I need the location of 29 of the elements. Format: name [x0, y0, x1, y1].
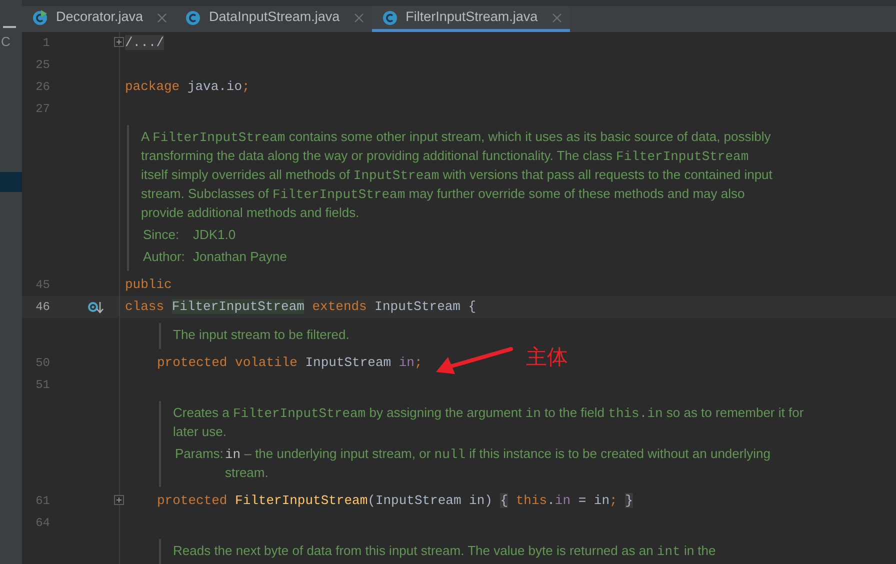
doc-text: Reads the next byte of data from this input stream. The value byte is returned as an int in the: [173, 542, 717, 561]
code-line: protected volatile InputStream in;: [157, 354, 422, 372]
doc-tag-label: Since:: [142, 226, 180, 244]
line-number: 1: [42, 35, 50, 52]
doc-tag-value: JDK1.0: [193, 226, 237, 244]
line-number: 27: [34, 101, 50, 118]
file-tab[interactable]: DataInputStream.java: [175, 6, 372, 32]
code-line: public: [125, 276, 172, 294]
code-line: package java.io;: [125, 78, 250, 96]
line-number: 64: [34, 515, 50, 532]
file-tab[interactable]: Decorator.java: [22, 6, 176, 32]
line-number: 46: [34, 299, 50, 316]
line-number: 50: [34, 355, 50, 372]
doc-text: A FilterInputStream contains some other input stream, which it uses as its basic source of data, possibly transforming the data along the way or providing additional functionality. The class FilterInputStream itself simply overrides all methods of InputStream with versions that pass all requests to the contained input stream. Subclasses of FilterInputStream may further override some of these methods and may also provide additional methods and fields.: [141, 128, 774, 222]
tree-row[interactable]: C: [0, 32, 22, 52]
code-line: class FilterInputStream extends InputStream {: [125, 298, 476, 316]
code-line: protected FilterInputStream(InputStream in) { this.in = in; }: [157, 492, 633, 510]
doc-tag-value: Jonathan Payne: [193, 248, 288, 266]
doc-tag-value: in – the underlying input stream, or null if this instance is to be created without an underlying stream.: [225, 445, 772, 482]
line-number: 25: [34, 57, 50, 74]
doc-tag-label: Author:: [142, 248, 186, 266]
line-number: 26: [34, 79, 50, 96]
line-number: 61: [34, 493, 50, 510]
doc-tag-label: Params:: [174, 445, 224, 463]
doc-text: Creates a FilterInputStream by assigning the argument in to the field this.in so as to remember it for later use.: [173, 404, 805, 441]
line-number: 51: [34, 377, 50, 394]
annotation-label: 主体: [526, 344, 568, 371]
doc-text: The input stream to be filtered.: [173, 326, 350, 344]
line-number: 45: [34, 277, 50, 294]
